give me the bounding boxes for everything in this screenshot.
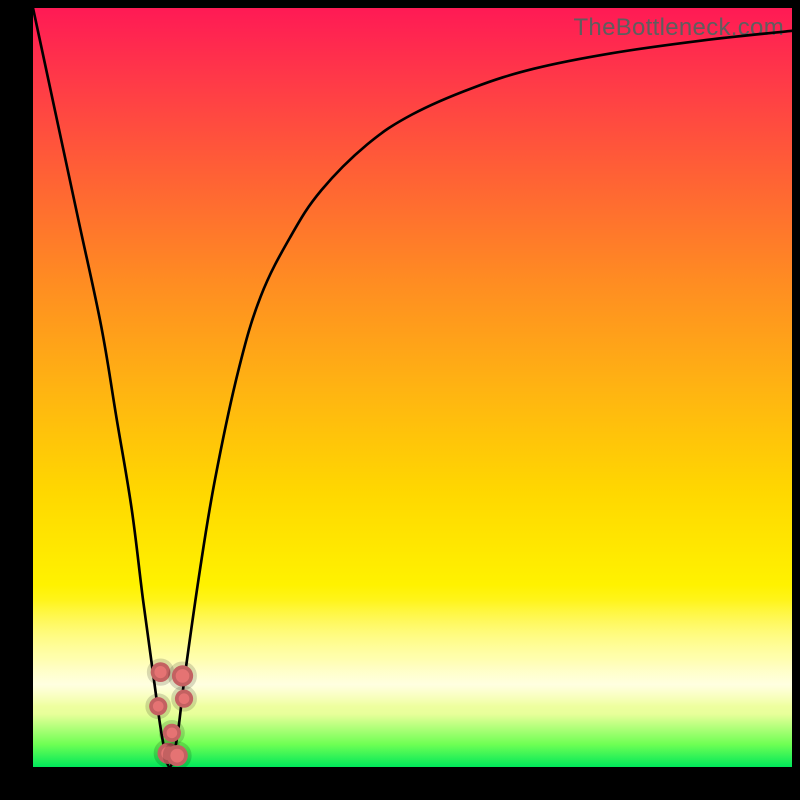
bottleneck-curve: [33, 8, 792, 767]
chart-frame: TheBottleneck.com: [0, 0, 800, 800]
data-marker: [167, 745, 188, 766]
plot-area: TheBottleneck.com: [33, 8, 792, 767]
data-marker: [149, 697, 167, 715]
data-marker: [172, 665, 193, 686]
data-marker: [151, 662, 171, 682]
curve-layer: [33, 8, 792, 767]
data-marker: [175, 690, 193, 708]
data-markers: [149, 662, 193, 766]
data-marker: [163, 724, 181, 742]
